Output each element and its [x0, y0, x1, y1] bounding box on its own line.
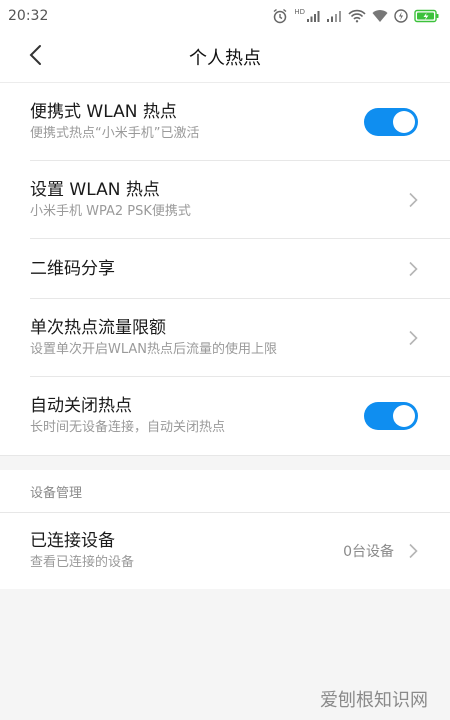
alarm-icon — [272, 8, 288, 24]
portable-hotspot-toggle[interactable] — [364, 107, 418, 136]
setting-title: 便携式 WLAN 热点 — [30, 101, 177, 122]
setting-subtitle: 便携式热点“小米手机”已激活 — [30, 125, 200, 141]
setting-row-data-limit[interactable]: 单次热点流量限额 设置单次开启WLAN热点后流量的使用上限 — [30, 299, 450, 377]
setting-subtitle: 设置单次开启WLAN热点后流量的使用上限 — [30, 341, 278, 357]
setting-row-connected-devices[interactable]: 已连接设备 查看已连接的设备 0台设备 — [30, 513, 450, 589]
chevron-left-icon — [28, 44, 42, 70]
status-bar: 20:32 HD — [0, 0, 450, 32]
chevron-right-icon — [408, 329, 420, 347]
status-time: 20:32 — [8, 8, 49, 24]
hotspot-wifi-icon — [348, 9, 366, 23]
setting-subtitle: 小米手机 WPA2 PSK便携式 — [30, 203, 191, 219]
chevron-right-icon — [408, 191, 420, 209]
chevron-right-icon — [408, 260, 420, 278]
setting-row-qr-share[interactable]: 二维码分享 — [30, 239, 450, 299]
battery-icon — [414, 9, 440, 23]
setting-row-portable-hotspot[interactable]: 便携式 WLAN 热点 便携式热点“小米手机”已激活 — [30, 83, 450, 161]
chevron-right-icon — [408, 542, 420, 560]
signal-hd-icon: HD — [294, 9, 320, 23]
page-title: 个人热点 — [189, 48, 261, 69]
toggle-knob — [393, 405, 415, 427]
setting-subtitle: 查看已连接的设备 — [30, 555, 135, 570]
signal-icon — [326, 9, 342, 23]
status-icons: HD — [272, 8, 440, 24]
auto-off-toggle[interactable] — [364, 402, 418, 430]
network-label: HD — [294, 8, 305, 16]
setting-title: 设置 WLAN 热点 — [30, 179, 160, 200]
power-icon — [394, 9, 408, 23]
back-button[interactable] — [20, 42, 50, 72]
setting-subtitle: 长时间无设备连接，自动关闭热点 — [30, 420, 226, 435]
setting-row-auto-off[interactable]: 自动关闭热点 长时间无设备连接，自动关闭热点 — [30, 377, 450, 455]
hotspot-settings-group: 便携式 WLAN 热点 便携式热点“小米手机”已激活 设置 WLAN 热点 小米… — [0, 82, 450, 455]
setting-row-configure-hotspot[interactable]: 设置 WLAN 热点 小米手机 WPA2 PSK便携式 — [30, 161, 450, 239]
section-divider — [0, 455, 450, 470]
wifi-icon — [372, 9, 388, 23]
watermark: 爱刨根知识网 — [320, 690, 428, 711]
setting-title: 单次热点流量限额 — [30, 317, 166, 338]
setting-title: 二维码分享 — [30, 258, 115, 279]
title-bar: 个人热点 — [0, 32, 450, 82]
toggle-knob — [393, 110, 415, 133]
connected-device-count: 0台设备 — [343, 544, 394, 560]
setting-title: 已连接设备 — [30, 531, 115, 551]
device-group: 已连接设备 查看已连接的设备 0台设备 — [0, 513, 450, 589]
section-header-device-management: 设备管理 — [0, 470, 450, 513]
setting-title: 自动关闭热点 — [30, 396, 132, 416]
